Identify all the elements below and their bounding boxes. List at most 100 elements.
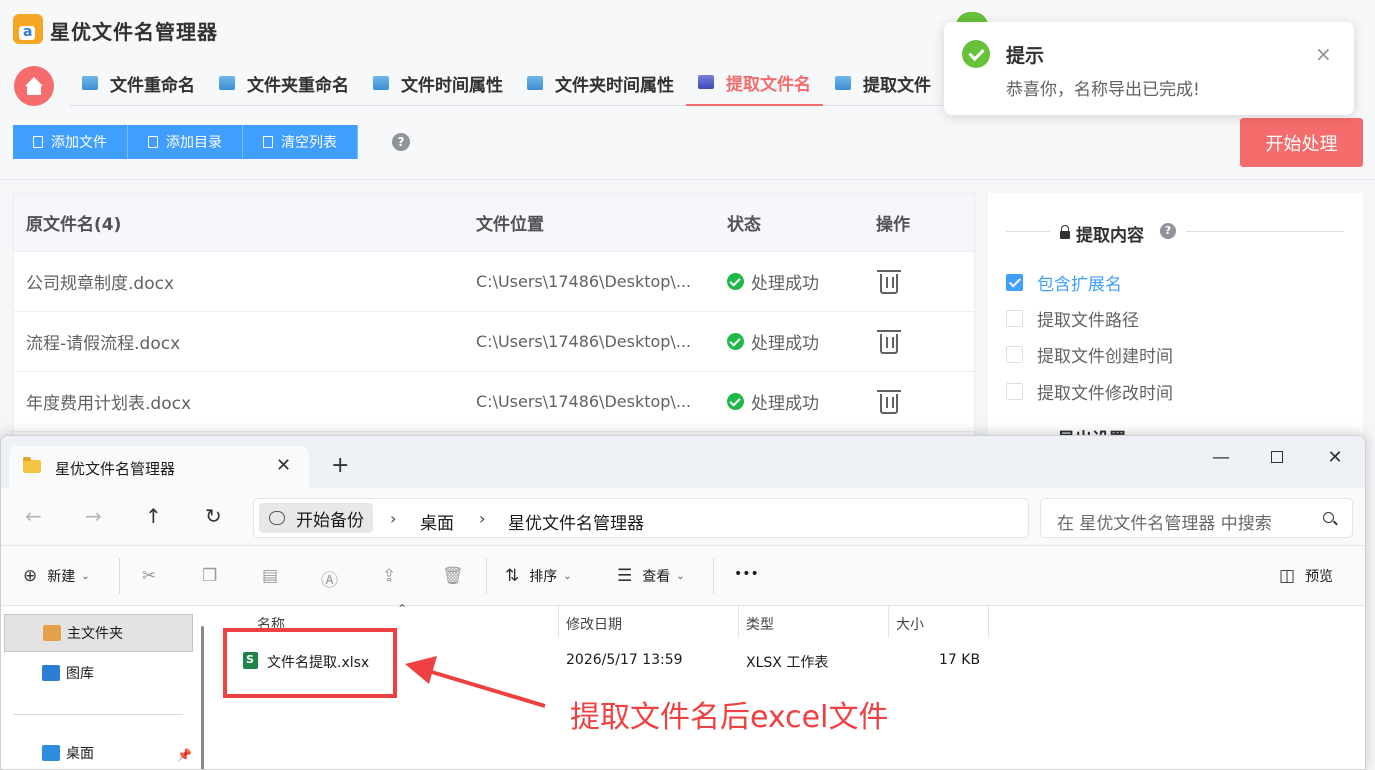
breadcrumb-item[interactable]: 桌面 xyxy=(420,509,454,534)
home-button[interactable] xyxy=(14,66,54,106)
file-icon xyxy=(33,136,43,148)
scissors-icon: ✂ xyxy=(142,566,157,586)
column-divider[interactable] xyxy=(738,606,739,638)
search-input[interactable]: 在 星优文件名管理器 中搜索 xyxy=(1040,498,1353,538)
minimize-icon[interactable]: — xyxy=(1207,444,1235,472)
close-icon[interactable]: × xyxy=(1315,42,1332,66)
address-bar[interactable]: 开始备份 › 桌面 › 星优文件名管理器 xyxy=(253,498,1029,538)
extract-created-time-checkbox[interactable]: 提取文件创建时间 xyxy=(1006,342,1173,367)
preview-pane-icon: ◫ xyxy=(1279,566,1296,586)
extract-path-checkbox[interactable]: 提取文件路径 xyxy=(1006,306,1139,331)
nav-label: 主文件夹 xyxy=(67,626,123,642)
extract-modified-time-checkbox[interactable]: 提取文件修改时间 xyxy=(1006,379,1173,404)
table-row[interactable]: 年度费用计划表.docx C:\Users\17486\Desktop\... … xyxy=(14,372,974,432)
table-row[interactable]: 公司规章制度.docx C:\Users\17486\Desktop\... 处… xyxy=(14,252,974,312)
delete-trash-icon[interactable] xyxy=(877,389,901,414)
more-options-button[interactable]: ••• xyxy=(734,566,759,582)
status-text: 处理成功 xyxy=(751,394,819,414)
share-icon: ⇪ xyxy=(382,566,397,586)
nav-item-gallery[interactable]: 图库 xyxy=(4,654,193,692)
cloud-icon xyxy=(269,511,285,525)
nav-label: 图库 xyxy=(66,666,94,682)
start-processing-button[interactable]: 开始处理 xyxy=(1240,118,1363,167)
column-header-size[interactable]: 大小 xyxy=(896,614,924,634)
column-divider[interactable] xyxy=(558,606,559,638)
close-window-icon[interactable]: ✕ xyxy=(1321,444,1349,472)
tab-label: 提取文件 xyxy=(863,75,931,96)
scrollbar[interactable] xyxy=(201,626,204,769)
success-check-icon xyxy=(727,273,744,290)
table-row[interactable]: 流程-请假流程.docx C:\Users\17486\Desktop\... … xyxy=(14,312,974,372)
share-button[interactable]: ⇪ xyxy=(382,566,406,586)
delete-button[interactable]: 🗑 xyxy=(442,566,474,586)
command-label: 排序 xyxy=(529,569,558,585)
copy-button[interactable]: ❐ xyxy=(202,566,227,586)
clipboard-icon: ▤ xyxy=(262,566,279,586)
explorer-tab[interactable]: 星优文件名管理器 ✕ xyxy=(9,446,309,488)
column-header-location[interactable]: 文件位置 xyxy=(476,194,544,251)
file-type: XLSX 工作表 xyxy=(746,655,829,671)
help-icon[interactable]: ? xyxy=(1160,223,1176,239)
close-tab-icon[interactable]: ✕ xyxy=(276,455,291,476)
paste-button[interactable]: ▤ xyxy=(262,566,288,586)
column-divider[interactable] xyxy=(888,606,889,638)
column-header-status[interactable]: 状态 xyxy=(727,194,761,251)
button-label: 添加目录 xyxy=(166,135,222,151)
column-header-name[interactable]: 原文件名(4) xyxy=(26,194,121,251)
cut-button[interactable]: ✂ xyxy=(142,566,166,586)
back-arrow-icon[interactable]: ← xyxy=(25,504,42,528)
tab-folder-rename[interactable]: 文件夹重命名 xyxy=(207,60,361,106)
tab-extract-file[interactable]: 提取文件 xyxy=(823,60,943,106)
column-header-modified[interactable]: 修改日期 xyxy=(566,614,622,634)
file-table: 原文件名(4) 文件位置 状态 操作 公司规章制度.docx C:\Users\… xyxy=(13,193,975,453)
add-file-button[interactable]: 添加文件 xyxy=(13,125,128,159)
tab-extract-filename[interactable]: 提取文件名 xyxy=(686,60,823,106)
new-tab-icon[interactable]: + xyxy=(331,455,349,477)
tab-label: 文件时间属性 xyxy=(401,75,503,96)
home-icon xyxy=(43,625,61,641)
clear-list-button[interactable]: 清空列表 xyxy=(243,125,358,159)
file-location-cell: C:\Users\17486\Desktop\... xyxy=(476,272,692,291)
tab-file-rename[interactable]: 文件重命名 xyxy=(70,60,207,106)
preview-button[interactable]: ◫ 预览 xyxy=(1279,566,1333,586)
include-extension-checkbox[interactable]: 包含扩展名 xyxy=(1006,270,1122,295)
extract-options-panel: 提取内容 ? 包含扩展名 提取文件路径 提取文件创建时间 提取文件修改时间 导出… xyxy=(988,193,1363,453)
table-header-row: 原文件名(4) 文件位置 状态 操作 xyxy=(14,194,974,252)
tab-file-time[interactable]: 文件时间属性 xyxy=(361,60,515,106)
folder-time-icon xyxy=(527,76,543,90)
breadcrumb-item[interactable]: 星优文件名管理器 xyxy=(508,509,644,534)
refresh-icon[interactable]: ↻ xyxy=(205,504,222,528)
divider xyxy=(1006,231,1050,232)
gallery-icon xyxy=(42,665,60,681)
chevron-down-icon: ⌄ xyxy=(81,570,90,582)
file-size: 17 KB xyxy=(939,652,981,668)
pin-icon[interactable]: 📌 xyxy=(177,748,192,762)
delete-trash-icon[interactable] xyxy=(877,329,901,354)
help-icon[interactable]: ? xyxy=(392,133,410,151)
file-rename-icon xyxy=(82,76,98,90)
folder-rename-icon xyxy=(219,76,235,90)
checkbox-label: 提取文件修改时间 xyxy=(1037,384,1173,404)
forward-arrow-icon[interactable]: → xyxy=(85,504,102,528)
sort-button[interactable]: ⇅ 排序 ⌄ xyxy=(505,566,572,586)
app-logo xyxy=(13,14,43,44)
chevron-down-icon: ⌄ xyxy=(563,570,572,582)
add-directory-button[interactable]: 添加目录 xyxy=(128,125,243,159)
nav-label: 桌面 xyxy=(66,746,94,762)
checkbox-box xyxy=(1006,346,1023,363)
rename-button[interactable]: Ⓐ xyxy=(321,566,348,591)
search-icon[interactable] xyxy=(1323,512,1334,523)
tab-folder-time[interactable]: 文件夹时间属性 xyxy=(515,60,686,106)
action-cell xyxy=(876,252,901,311)
up-arrow-icon[interactable]: ↑ xyxy=(145,504,162,528)
nav-item-home[interactable]: 主文件夹 xyxy=(4,614,193,652)
column-divider[interactable] xyxy=(988,606,989,638)
new-button[interactable]: ⊕ 新建 ⌄ xyxy=(23,566,90,586)
view-button[interactable]: ☰ 查看 ⌄ xyxy=(617,566,685,586)
backup-crumb[interactable]: 开始备份 xyxy=(259,503,373,533)
nav-item-desktop[interactable]: 桌面 xyxy=(4,734,193,769)
folder-icon xyxy=(23,457,41,473)
delete-trash-icon[interactable] xyxy=(877,269,901,294)
maximize-icon[interactable] xyxy=(1263,444,1291,472)
column-header-type[interactable]: 类型 xyxy=(746,614,774,634)
